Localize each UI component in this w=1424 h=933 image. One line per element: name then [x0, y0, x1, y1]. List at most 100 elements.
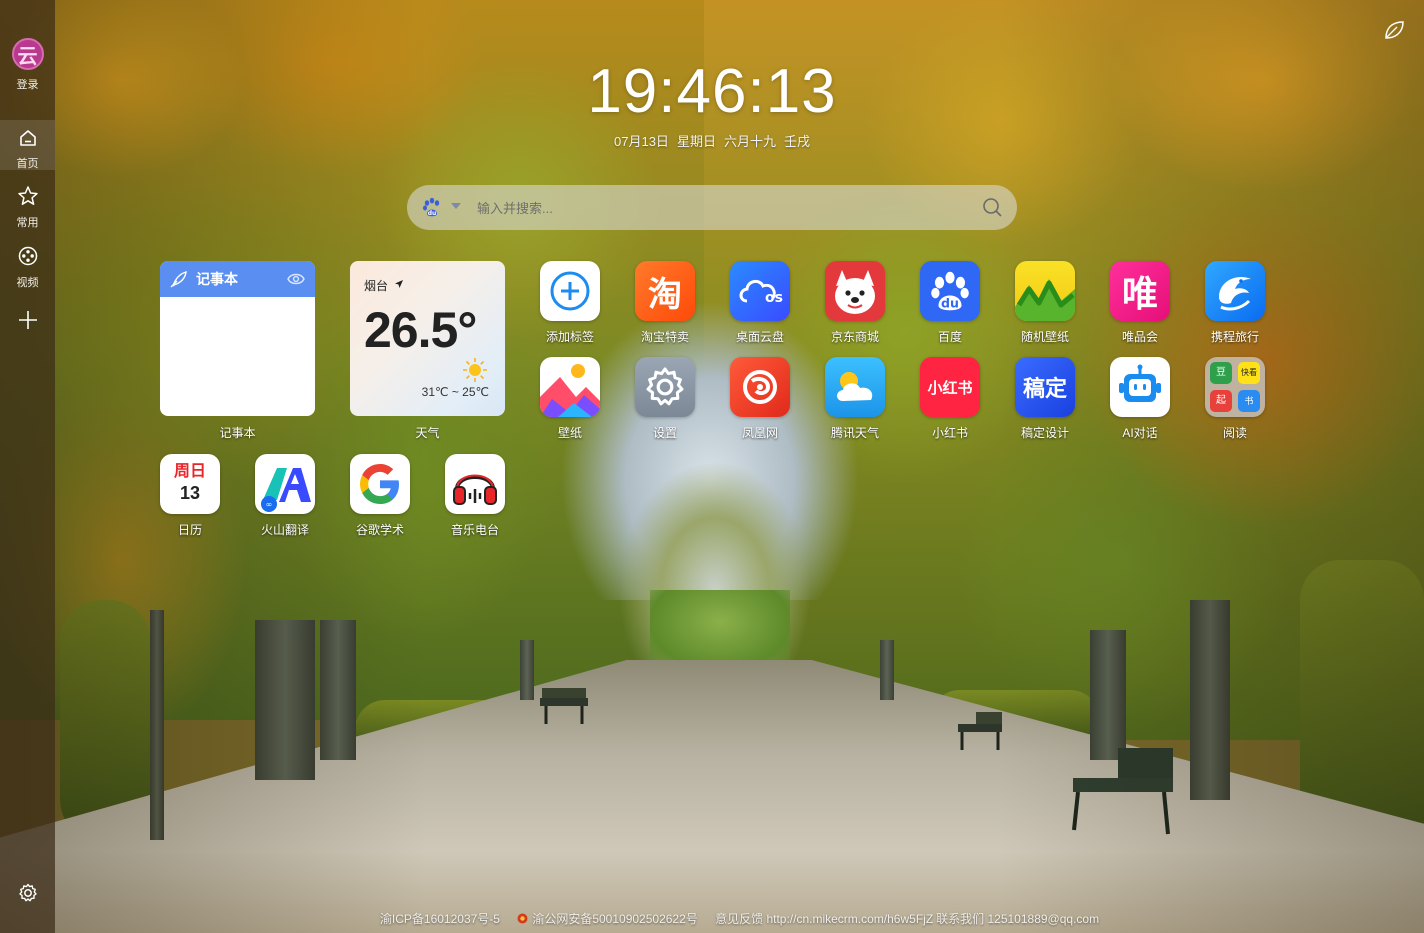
lunar-date: 六月十九 — [723, 134, 776, 149]
app-name: 日历 — [177, 523, 202, 537]
app-name: 稿定设计 — [1020, 426, 1069, 440]
login-button[interactable]: 云 登录 — [0, 38, 55, 92]
app-name: 桌面云盘 — [735, 330, 784, 344]
app-add-tag[interactable]: 添加标签 — [525, 261, 615, 345]
weather-range: 31℃ ~ 25℃ — [421, 385, 489, 399]
gaoding-icon: 稿定 — [1022, 377, 1067, 402]
notebook-title: 记事本 — [196, 271, 238, 287]
translate-icon: ∞ — [261, 468, 311, 512]
app-volcano-translate[interactable]: ∞ 火山翻译 — [240, 454, 330, 538]
add-circle-icon — [550, 271, 590, 311]
app-name: 百度 — [937, 330, 962, 344]
police-badge-icon — [517, 913, 528, 924]
chevron-down-icon[interactable] — [451, 203, 461, 209]
search-bar: du — [407, 185, 1017, 230]
notebook-widget[interactable]: 记事本 — [160, 261, 315, 416]
qidian-icon: 起 — [1210, 390, 1232, 412]
sidebar-item-label: 首页 — [16, 158, 39, 170]
sidebar-item-label: 视频 — [16, 277, 39, 289]
picture-icon — [540, 364, 600, 417]
ctrip-dolphin-icon — [1219, 277, 1251, 311]
app-name: 阅读 — [1222, 426, 1247, 440]
app-name: 携程旅行 — [1210, 330, 1259, 344]
gear-icon — [18, 883, 37, 902]
weather-widget[interactable]: 烟台 26.5° 31℃ ~ 25℃ — [350, 261, 505, 416]
app-name: 音乐电台 — [450, 523, 499, 537]
app-name: 小红书 — [931, 426, 968, 440]
app-jd[interactable]: 京东商城 — [810, 261, 900, 345]
app-tencent-weather[interactable]: 腾讯天气 — [810, 357, 900, 441]
avatar: 云 — [11, 38, 44, 70]
weather-label: 天气 — [415, 426, 440, 440]
footer: 渝ICP备16012037号-5 渝公网安备50010902502622号 意见… — [55, 910, 1424, 927]
login-label: 登录 — [16, 79, 39, 91]
book-icon: 书 — [1238, 390, 1260, 412]
app-wallpaper[interactable]: 壁纸 — [525, 357, 615, 441]
app-vip[interactable]: 唯 唯品会 — [1095, 261, 1185, 345]
app-random-wallpaper[interactable]: 随机壁纸 — [1000, 261, 1090, 345]
app-taobao[interactable]: 淘 淘宝特卖 — [620, 261, 710, 345]
google-icon — [360, 464, 399, 504]
jd-dog-icon — [835, 270, 875, 314]
add-page-button[interactable] — [0, 308, 55, 337]
weather-cloud-icon — [837, 372, 873, 401]
home-icon — [19, 130, 36, 146]
app-name: AI对话 — [1122, 426, 1158, 440]
app-baidu[interactable]: du 百度 — [905, 261, 995, 345]
app-settings[interactable]: 设置 — [620, 357, 710, 441]
weekday: 星期日 — [676, 134, 716, 149]
baidu-paw-icon[interactable]: du — [421, 196, 443, 218]
svg-text:∞: ∞ — [266, 500, 273, 509]
app-gaoding[interactable]: 稿定 稿定设计 — [1000, 357, 1090, 441]
app-google-scholar[interactable]: 谷歌学术 — [335, 454, 425, 538]
quill-icon — [170, 271, 187, 288]
clock-time: 19:46:13 — [587, 57, 837, 126]
app-reading-folder[interactable]: 豆 快看 起 书 阅读 — [1190, 357, 1280, 441]
app-name: 随机壁纸 — [1020, 330, 1069, 344]
eye-icon[interactable] — [287, 272, 305, 286]
app-name: 腾讯天气 — [830, 426, 879, 440]
search-input[interactable] — [475, 196, 959, 220]
svg-text:os: os — [765, 290, 783, 306]
calendar-day: 13 — [179, 483, 201, 503]
settings-button[interactable] — [0, 882, 55, 909]
app-name: 谷歌学术 — [355, 523, 404, 537]
app-cloud-disk[interactable]: os 桌面云盘 — [715, 261, 805, 345]
calendar-widget[interactable]: 周日 13 日历 — [145, 454, 235, 538]
app-ifeng[interactable]: 凤凰网 — [715, 357, 805, 441]
ifeng-icon — [743, 370, 777, 404]
settings-gear-icon — [646, 367, 684, 406]
kuaikan-icon: 快看 — [1238, 362, 1260, 384]
feedback-link[interactable]: 意见反馈 http://cn.mikecrm.com/h6w5FjZ — [715, 912, 933, 926]
search-icon[interactable] — [981, 196, 1003, 218]
cloud-os-icon: os — [739, 280, 783, 306]
taobao-icon: 淘 — [648, 274, 682, 315]
weather-temperature: 26.5° — [364, 302, 477, 358]
ganzhi-day: 壬戌 — [783, 134, 810, 149]
sidebar-item-home[interactable]: 首页 — [0, 120, 55, 170]
weather-city: 烟台 — [364, 279, 389, 293]
clock-date: 07月13日 星期日 六月十九 壬戌 — [560, 131, 864, 150]
sidebar-item-favorites[interactable]: 常用 — [0, 185, 55, 230]
leaf-icon[interactable] — [1382, 18, 1406, 42]
app-name: 京东商城 — [830, 330, 879, 344]
date: 07月13日 — [614, 134, 669, 149]
icp-link[interactable]: 渝ICP备16012037号-5 — [380, 912, 500, 926]
app-name: 唯品会 — [1121, 330, 1158, 344]
film-reel-icon — [18, 246, 37, 266]
star-icon — [17, 186, 38, 205]
sidebar-item-video[interactable]: 视频 — [0, 245, 55, 290]
sidebar-item-label: 常用 — [16, 217, 39, 229]
contact-link[interactable]: 联系我们 125101889@qq.com — [936, 912, 1099, 926]
app-name: 凤凰网 — [741, 426, 778, 440]
app-ctrip[interactable]: 携程旅行 — [1190, 261, 1280, 345]
app-xiaohongshu[interactable]: 小红书 小红书 — [905, 357, 995, 441]
app-name: 添加标签 — [545, 330, 594, 344]
app-music-radio[interactable]: 音乐电台 — [430, 454, 520, 538]
plus-icon — [18, 311, 37, 329]
baidu-paw-icon: du — [931, 271, 969, 311]
police-record-link[interactable]: 渝公网安备50010902502622号 — [517, 912, 698, 926]
app-ai-chat[interactable]: AI对话 — [1095, 357, 1185, 441]
app-name: 壁纸 — [557, 426, 582, 440]
calendar-weekday: 周日 — [173, 463, 206, 480]
